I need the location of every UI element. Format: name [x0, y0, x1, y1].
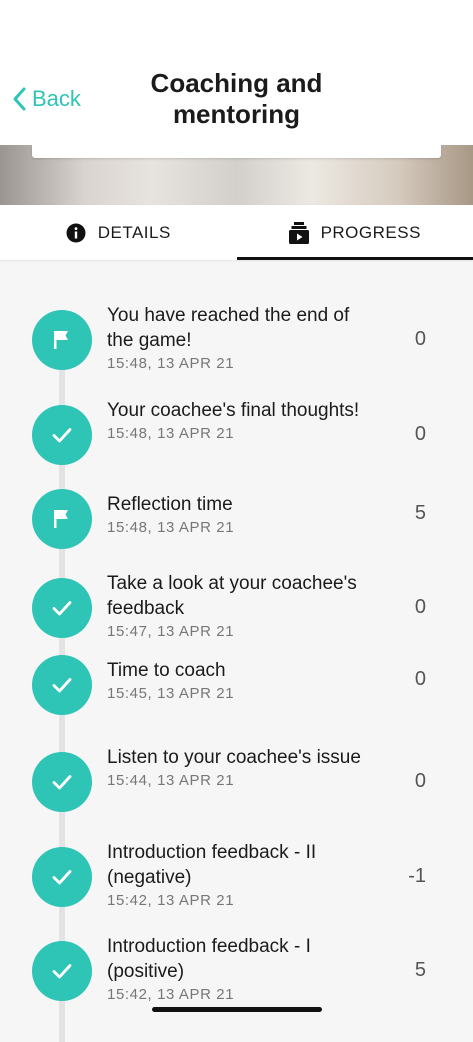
- tab-progress[interactable]: PROGRESS: [237, 205, 473, 260]
- progress-item[interactable]: Time to coach 15:45, 13 APR 21 0: [0, 658, 473, 713]
- status-circle: [32, 405, 92, 465]
- item-text: Introduction feedback - II (negative) 15:…: [107, 840, 377, 909]
- tab-details[interactable]: DETAILS: [0, 205, 237, 260]
- tab-progress-label: PROGRESS: [321, 223, 421, 243]
- item-timestamp: 15:48, 13 APR 21: [107, 519, 377, 536]
- header: Back Coaching and mentoring: [0, 0, 473, 145]
- check-icon: [49, 769, 75, 795]
- item-timestamp: 15:47, 13 APR 21: [107, 623, 377, 640]
- item-timestamp: 15:42, 13 APR 21: [107, 892, 377, 909]
- item-title: Introduction feedback - II (negative): [107, 840, 377, 890]
- item-text: Time to coach 15:45, 13 APR 21: [107, 658, 377, 702]
- item-title: Reflection time: [107, 492, 377, 517]
- item-title: Time to coach: [107, 658, 377, 683]
- progress-item[interactable]: Introduction feedback - I (positive) 15:4…: [0, 934, 473, 1014]
- progress-item[interactable]: Your coachee's final thoughts! 15:48, 13 …: [0, 398, 473, 478]
- progress-item[interactable]: You have reached the end of the game! 15:…: [0, 303, 473, 383]
- item-timestamp: 15:42, 13 APR 21: [107, 986, 377, 1003]
- tab-bar: DETAILS PROGRESS: [0, 205, 473, 260]
- progress-icon: [289, 222, 309, 244]
- flag-icon: [50, 507, 74, 531]
- progress-item[interactable]: Take a look at your coachee's feedback 15…: [0, 571, 473, 651]
- status-circle: [32, 941, 92, 1001]
- page-title-line-2: mentoring: [0, 99, 473, 130]
- status-circle: [32, 489, 92, 549]
- banner-card: [32, 145, 441, 158]
- progress-item[interactable]: Reflection time 15:48, 13 APR 21 5: [0, 492, 473, 547]
- page-title-line-1: Coaching and: [0, 68, 473, 99]
- status-circle: [32, 752, 92, 812]
- progress-item[interactable]: Listen to your coachee's issue 15:44, 13 …: [0, 745, 473, 825]
- check-icon: [49, 595, 75, 621]
- item-text: Take a look at your coachee's feedback 15…: [107, 571, 377, 640]
- page-title: Coaching and mentoring: [0, 68, 473, 130]
- item-score: 5: [386, 502, 426, 525]
- item-text: Listen to your coachee's issue 15:44, 13 …: [107, 745, 377, 789]
- item-score: 0: [386, 596, 426, 619]
- item-score: 0: [386, 328, 426, 351]
- check-icon: [49, 672, 75, 698]
- status-circle: [32, 655, 92, 715]
- item-title: Your coachee's final thoughts!: [107, 398, 377, 423]
- item-timestamp: 15:48, 13 APR 21: [107, 425, 377, 442]
- item-title: Listen to your coachee's issue: [107, 745, 377, 770]
- status-circle: [32, 310, 92, 370]
- item-timestamp: 15:45, 13 APR 21: [107, 685, 377, 702]
- progress-list: You have reached the end of the game! 15:…: [0, 262, 473, 1024]
- item-timestamp: 15:44, 13 APR 21: [107, 772, 377, 789]
- item-text: Introduction feedback - I (positive) 15:4…: [107, 934, 377, 1003]
- item-score: -1: [386, 865, 426, 888]
- home-indicator: [152, 1007, 322, 1012]
- flag-icon: [50, 328, 74, 352]
- check-icon: [49, 422, 75, 448]
- item-timestamp: 15:48, 13 APR 21: [107, 355, 377, 372]
- status-circle: [32, 847, 92, 907]
- banner-image: [0, 145, 473, 205]
- status-circle: [32, 578, 92, 638]
- info-icon: [66, 223, 86, 243]
- item-title: Take a look at your coachee's feedback: [107, 571, 377, 621]
- item-title: Introduction feedback - I (positive): [107, 934, 377, 984]
- tab-details-label: DETAILS: [98, 223, 171, 243]
- check-icon: [49, 958, 75, 984]
- item-title: You have reached the end of the game!: [107, 303, 377, 353]
- item-score: 0: [386, 668, 426, 691]
- progress-item[interactable]: Introduction feedback - II (negative) 15:…: [0, 840, 473, 920]
- item-text: Reflection time 15:48, 13 APR 21: [107, 492, 377, 536]
- item-score: 0: [386, 423, 426, 446]
- check-icon: [49, 864, 75, 890]
- item-text: You have reached the end of the game! 15:…: [107, 303, 377, 372]
- item-score: 5: [386, 959, 426, 982]
- item-score: 0: [386, 770, 426, 793]
- item-text: Your coachee's final thoughts! 15:48, 13 …: [107, 398, 377, 442]
